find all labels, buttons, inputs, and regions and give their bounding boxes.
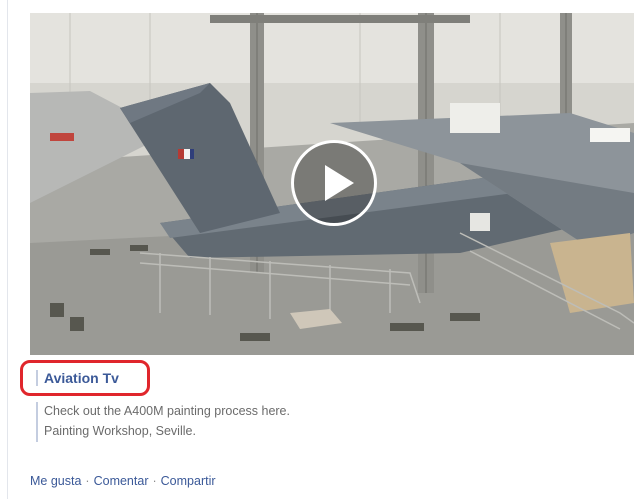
play-icon xyxy=(325,165,354,201)
post-attachment: Aviation Tv Check out the A400M painting… xyxy=(0,0,634,499)
like-link[interactable]: Me gusta xyxy=(30,474,81,488)
action-separator: · xyxy=(85,474,90,488)
share-link[interactable]: Compartir xyxy=(161,474,216,488)
description-line-1: Check out the A400M painting process her… xyxy=(44,404,290,418)
video-thumbnail[interactable] xyxy=(30,13,634,355)
description-accent-bar xyxy=(36,402,38,442)
column-divider xyxy=(7,0,8,499)
source-title-link[interactable]: Aviation Tv xyxy=(44,370,119,386)
play-button[interactable] xyxy=(291,140,377,226)
description-line-2: Painting Workshop, Seville. xyxy=(44,424,196,438)
post-actions-bar: Me gusta · Comentar · Compartir xyxy=(30,474,216,488)
source-accent-bar xyxy=(36,370,38,386)
comment-link[interactable]: Comentar xyxy=(94,474,149,488)
action-separator: · xyxy=(152,474,157,488)
